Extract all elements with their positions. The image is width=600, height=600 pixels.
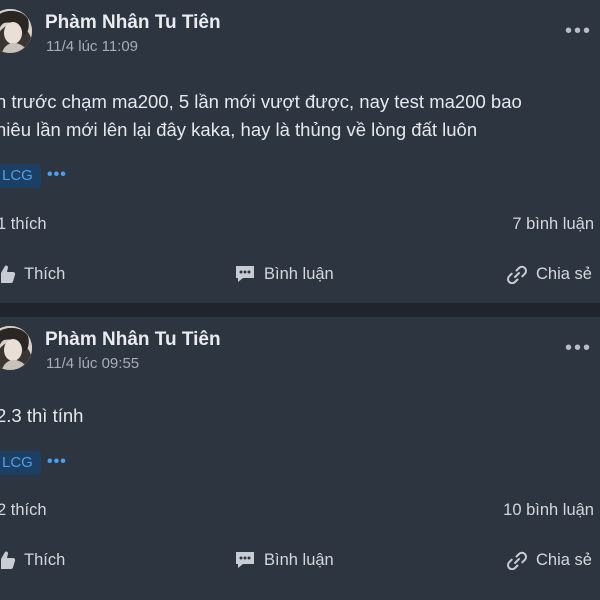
link-icon [507,265,527,284]
like-count[interactable]: 1 thích [0,215,47,234]
more-options-icon[interactable]: ••• [565,337,592,360]
comment-button[interactable]: Bình luận [234,550,334,570]
post-timestamp[interactable]: 11/4 lúc 11:09 [46,38,138,55]
like-button[interactable]: Thích [0,264,65,284]
thumbs-up-icon [1,265,16,283]
post-content: n trước chạm ma200, 5 lần mới vượt được,… [0,88,600,144]
tag-more-icon[interactable]: ••• [47,453,67,471]
comment-label: Bình luận [264,550,334,569]
like-count[interactable]: 2 thích [0,501,47,520]
comment-label: Bình luận [264,264,334,283]
author-name[interactable]: Phàm Nhân Tu Tiên [45,329,221,351]
share-button[interactable]: Chia sẻ [506,550,592,570]
avatar-image [0,9,32,53]
share-label: Chia sẻ [536,550,592,569]
comment-count[interactable]: 7 bình luận [512,215,594,234]
content-line: 2.3 thì tính [0,405,84,426]
post-content: 2.3 thì tính [0,402,600,430]
avatar-image [0,326,32,370]
comment-count[interactable]: 10 bình luận [503,501,594,520]
stock-tag[interactable]: LCG [0,451,41,475]
comment-icon [236,266,254,282]
content-line: n trước chạm ma200, 5 lần mới vượt được,… [0,91,522,112]
more-options-icon[interactable]: ••• [565,20,592,43]
like-label: Thích [24,550,66,569]
like-label: Thích [24,264,66,283]
avatar[interactable] [0,326,32,370]
avatar[interactable] [0,9,32,53]
post-timestamp[interactable]: 11/4 lúc 09:55 [46,355,139,372]
like-button[interactable]: Thích [0,550,65,570]
share-label: Chia sẻ [536,264,592,283]
share-button[interactable]: Chia sẻ [506,264,592,284]
tag-more-icon[interactable]: ••• [47,166,67,184]
content-line: hiêu lần mới lên lại đây kaka, hay là th… [0,119,478,140]
link-icon [507,551,527,570]
comment-icon [236,552,254,568]
thumbs-up-icon [1,551,16,569]
post-card: Phàm Nhân Tu Tiên 11/4 lúc 11:09 ••• n t… [0,0,600,303]
stock-tag[interactable]: LCG [0,164,41,188]
author-name[interactable]: Phàm Nhân Tu Tiên [45,12,221,34]
comment-button[interactable]: Bình luận [234,264,334,284]
